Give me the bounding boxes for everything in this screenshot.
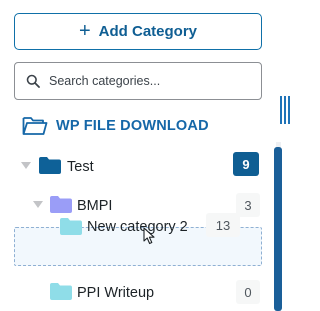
file-count-badge: 3 (236, 193, 260, 217)
plus-icon: + (78, 19, 91, 42)
scrollbar-thumb[interactable] (274, 147, 282, 311)
panel-resize-handle[interactable] (280, 96, 290, 124)
tree-item-label: New category 2 (87, 219, 188, 235)
tree-item-label: Test (67, 159, 94, 175)
file-count-badge: 0 (236, 280, 260, 304)
file-count-badge: 9 (233, 152, 259, 176)
search-box[interactable] (14, 62, 262, 100)
add-category-button[interactable]: + Add Category (14, 13, 262, 50)
folder-icon (50, 283, 72, 300)
root-category-label: WP FILE DOWNLOAD (56, 117, 209, 134)
expand-caret-icon[interactable] (21, 162, 31, 169)
add-category-label: Add Category (98, 23, 198, 40)
root-category[interactable]: WP FILE DOWNLOAD (22, 115, 209, 136)
open-folder-icon (22, 117, 48, 135)
file-count-badge: 13 (206, 213, 240, 237)
mouse-cursor-icon (143, 227, 155, 245)
folder-icon (60, 218, 82, 235)
expand-caret-icon[interactable] (33, 201, 43, 208)
folder-icon (39, 157, 61, 174)
tree-item-label: PPI Writeup (77, 285, 155, 301)
search-icon (26, 74, 40, 88)
tree-item-label: BMPI (77, 198, 113, 214)
folder-icon (50, 196, 72, 213)
search-input[interactable] (49, 74, 249, 88)
